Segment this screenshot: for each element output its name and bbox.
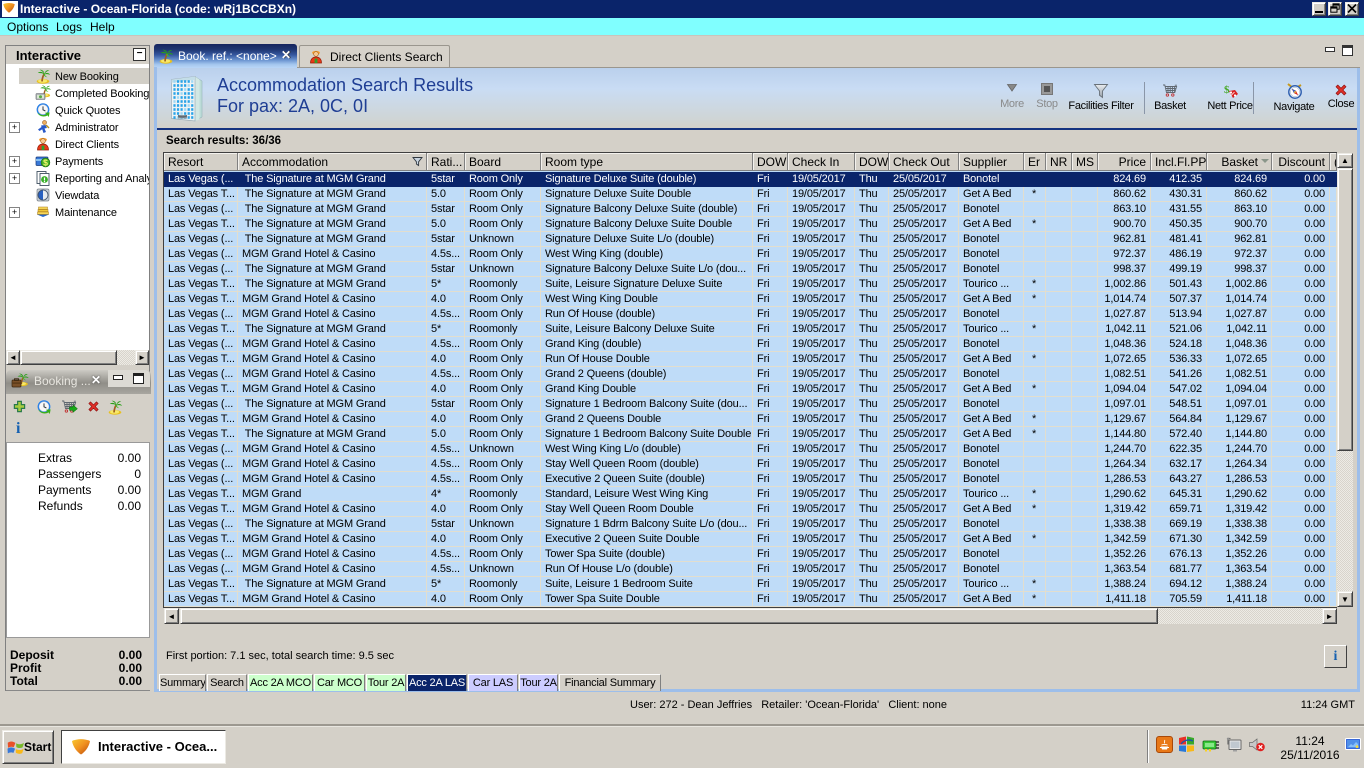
svg-text:$: $ [43, 158, 48, 168]
svg-text:$: $ [1224, 84, 1230, 96]
